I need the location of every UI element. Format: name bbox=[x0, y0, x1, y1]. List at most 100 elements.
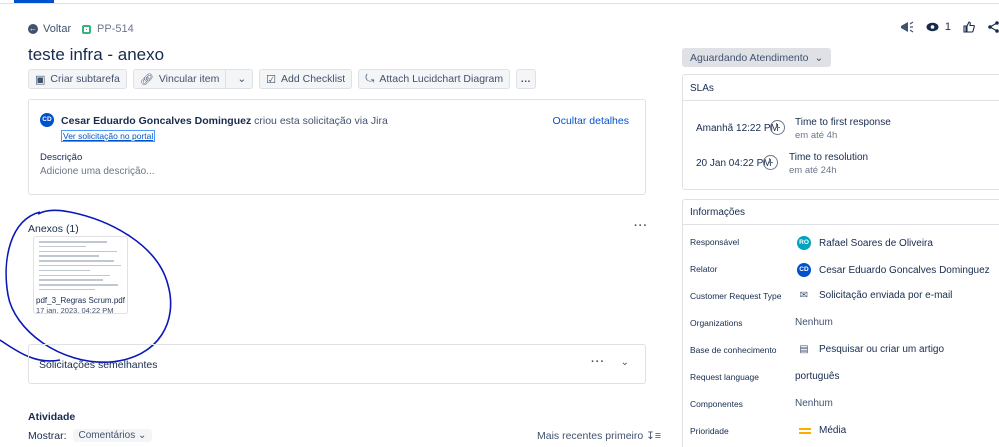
field-label: Componentes bbox=[690, 399, 743, 409]
watch-button[interactable]: 1 bbox=[926, 21, 951, 33]
field-knowledge-base[interactable]: Base de conhecimento ▤ Pesquisar ou criar… bbox=[683, 340, 999, 360]
back-label: Voltar bbox=[43, 23, 72, 35]
attachment-file-name: pdf_3_Regras Scrum.pdf bbox=[36, 296, 125, 305]
link-issue-label: Vincular item bbox=[158, 73, 220, 85]
arrow-left-icon: ← bbox=[28, 24, 38, 34]
attachment-card[interactable]: pdf_3_Regras Scrum.pdf 17 jan. 2023, 04:… bbox=[33, 236, 128, 314]
issue-key: PP-514 bbox=[97, 23, 134, 35]
activity-filter-select[interactable]: Comentários ⌄ bbox=[72, 429, 153, 442]
like-icon[interactable] bbox=[963, 21, 975, 33]
request-creator-line: Cesar Eduardo Goncalves Dominguez criou … bbox=[61, 115, 388, 127]
clock-icon bbox=[763, 155, 778, 170]
add-checklist-label: Add Checklist bbox=[281, 73, 346, 85]
field-request-type[interactable]: Customer Request Type ✉ Solicitação envia… bbox=[683, 286, 999, 306]
sla-row: 20 Jan 04:22 PM Time to resolution em at… bbox=[683, 150, 999, 180]
field-label: Relator bbox=[690, 264, 718, 274]
information-panel: Informações Responsável RO Rafael Soares … bbox=[682, 199, 999, 447]
field-assignee[interactable]: Responsável RO Rafael Soares de Oliveira bbox=[683, 232, 999, 252]
similar-requests-panel[interactable]: Solicitações semelhantes ··· ⌄ bbox=[28, 344, 646, 384]
lucidchart-icon: ⤿ bbox=[365, 72, 375, 85]
megaphone-icon[interactable] bbox=[900, 21, 914, 33]
sla-row: Amanhã 12:22 PM Time to first response e… bbox=[683, 115, 999, 145]
slas-title: SLAs bbox=[683, 75, 999, 101]
email-icon: ✉ bbox=[799, 290, 809, 301]
attachment-date: 17 jan. 2023, 04:22 PM bbox=[36, 306, 114, 314]
field-value: Nenhum bbox=[795, 398, 833, 409]
field-label: Prioridade bbox=[690, 426, 729, 436]
field-label: Responsável bbox=[690, 237, 740, 247]
create-subtask-button[interactable]: ▣ Criar subtarefa bbox=[28, 69, 127, 89]
attach-lucidchart-button[interactable]: ⤿ Attach Lucidchart Diagram bbox=[358, 69, 511, 89]
clock-icon bbox=[770, 120, 785, 135]
sla-goal: Time to resolution bbox=[789, 152, 869, 163]
chevron-down-icon[interactable]: ⌄ bbox=[621, 357, 629, 368]
chevron-down-icon: ⌄ bbox=[814, 51, 824, 64]
sort-icon: ↧≡ bbox=[646, 430, 662, 442]
request-channel: Jira bbox=[370, 115, 388, 127]
field-value: Nenhum bbox=[795, 317, 833, 328]
sla-when: Amanhã 12:22 PM bbox=[696, 123, 779, 134]
top-tab-bar bbox=[0, 0, 999, 4]
knowledge-base-icon: ▤ bbox=[799, 344, 809, 355]
attachments-title: Anexos (1) bbox=[28, 223, 79, 235]
active-tab-indicator bbox=[14, 0, 54, 3]
similar-requests-label: Solicitações semelhantes bbox=[39, 359, 158, 371]
field-reporter[interactable]: Relator CD Cesar Eduardo Goncalves Doming… bbox=[683, 259, 999, 279]
field-label: Organizations bbox=[690, 318, 743, 328]
issue-key-link[interactable]: PP-514 bbox=[82, 23, 134, 35]
activity-sort-button[interactable]: Mais recentes primeiro ↧≡ bbox=[537, 430, 661, 442]
request-details-panel: CD Cesar Eduardo Goncalves Dominguez cri… bbox=[28, 99, 646, 195]
field-value: RO Rafael Soares de Oliveira bbox=[797, 236, 933, 250]
field-priority[interactable]: Prioridade Média bbox=[683, 421, 999, 441]
activity-filter: Mostrar: Comentários ⌄ bbox=[28, 429, 153, 442]
field-label: Request language bbox=[690, 372, 760, 382]
field-value: ▤ Pesquisar ou criar um artigo bbox=[797, 344, 944, 355]
field-value: CD Cesar Eduardo Goncalves Dominguez bbox=[797, 263, 990, 277]
more-icon[interactable]: … bbox=[516, 69, 537, 89]
slas-panel: SLAs Amanhã 12:22 PM Time to first respo… bbox=[682, 74, 999, 190]
pdf-preview bbox=[39, 241, 124, 293]
request-created-text: criou esta solicitação via bbox=[254, 115, 368, 127]
subtask-icon: ▣ bbox=[35, 73, 46, 86]
link-icon: 🔗︎ bbox=[139, 73, 154, 86]
create-subtask-label: Criar subtarefa bbox=[50, 73, 120, 85]
chevron-down-icon[interactable]: ⌄ bbox=[231, 73, 252, 85]
watchers-count: 1 bbox=[944, 21, 951, 33]
activity-sort-label: Mais recentes primeiro bbox=[537, 430, 644, 442]
status-label: Aguardando Atendimento bbox=[690, 51, 809, 64]
share-icon[interactable] bbox=[987, 21, 999, 33]
request-author[interactable]: Cesar Eduardo Goncalves Dominguez bbox=[61, 115, 251, 127]
description-label: Descrição bbox=[40, 152, 83, 163]
back-button[interactable]: ← Voltar bbox=[28, 23, 71, 35]
eye-icon bbox=[926, 22, 939, 32]
activity-show-label: Mostrar: bbox=[28, 429, 67, 442]
link-issue-button[interactable]: 🔗︎ Vincular item ⌄ bbox=[132, 69, 254, 89]
priority-medium-icon bbox=[799, 427, 811, 434]
avatar[interactable]: CD bbox=[40, 113, 54, 127]
status-dropdown[interactable]: Aguardando Atendimento ⌄ bbox=[682, 48, 832, 67]
more-icon[interactable]: ··· bbox=[634, 220, 648, 232]
field-label: Base de conhecimento bbox=[690, 345, 777, 355]
field-value: português bbox=[795, 371, 840, 382]
avatar: CD bbox=[797, 263, 811, 277]
sla-goal: Time to first response bbox=[795, 117, 891, 128]
field-value: Média bbox=[799, 425, 846, 436]
add-checklist-button[interactable]: ☑ Add Checklist bbox=[259, 69, 353, 89]
field-components[interactable]: Componentes Nenhum bbox=[683, 394, 999, 414]
description-input[interactable]: Adicione uma descrição... bbox=[40, 166, 155, 177]
more-icon[interactable]: ··· bbox=[591, 356, 605, 368]
sla-sub: em até 4h bbox=[795, 130, 838, 141]
field-label: Customer Request Type bbox=[690, 291, 782, 301]
field-value: ✉ Solicitação enviada por e-mail bbox=[797, 290, 953, 301]
view-in-portal-link[interactable]: Ver solicitação no portal bbox=[61, 130, 156, 142]
issue-title[interactable]: teste infra - anexo bbox=[28, 45, 164, 65]
avatar: RO bbox=[797, 236, 811, 250]
sla-sub: em até 24h bbox=[789, 165, 837, 176]
issue-toolbar: ▣ Criar subtarefa 🔗︎ Vincular item ⌄ ☑ Ad… bbox=[28, 69, 537, 89]
activity-title: Atividade bbox=[28, 411, 76, 423]
hide-details-link[interactable]: Ocultar detalhes bbox=[553, 115, 629, 127]
field-organizations[interactable]: Organizations Nenhum bbox=[683, 313, 999, 333]
attach-lucidchart-label: Attach Lucidchart Diagram bbox=[379, 73, 504, 85]
field-request-language[interactable]: Request language português bbox=[683, 367, 999, 387]
issue-type-icon bbox=[82, 24, 91, 34]
